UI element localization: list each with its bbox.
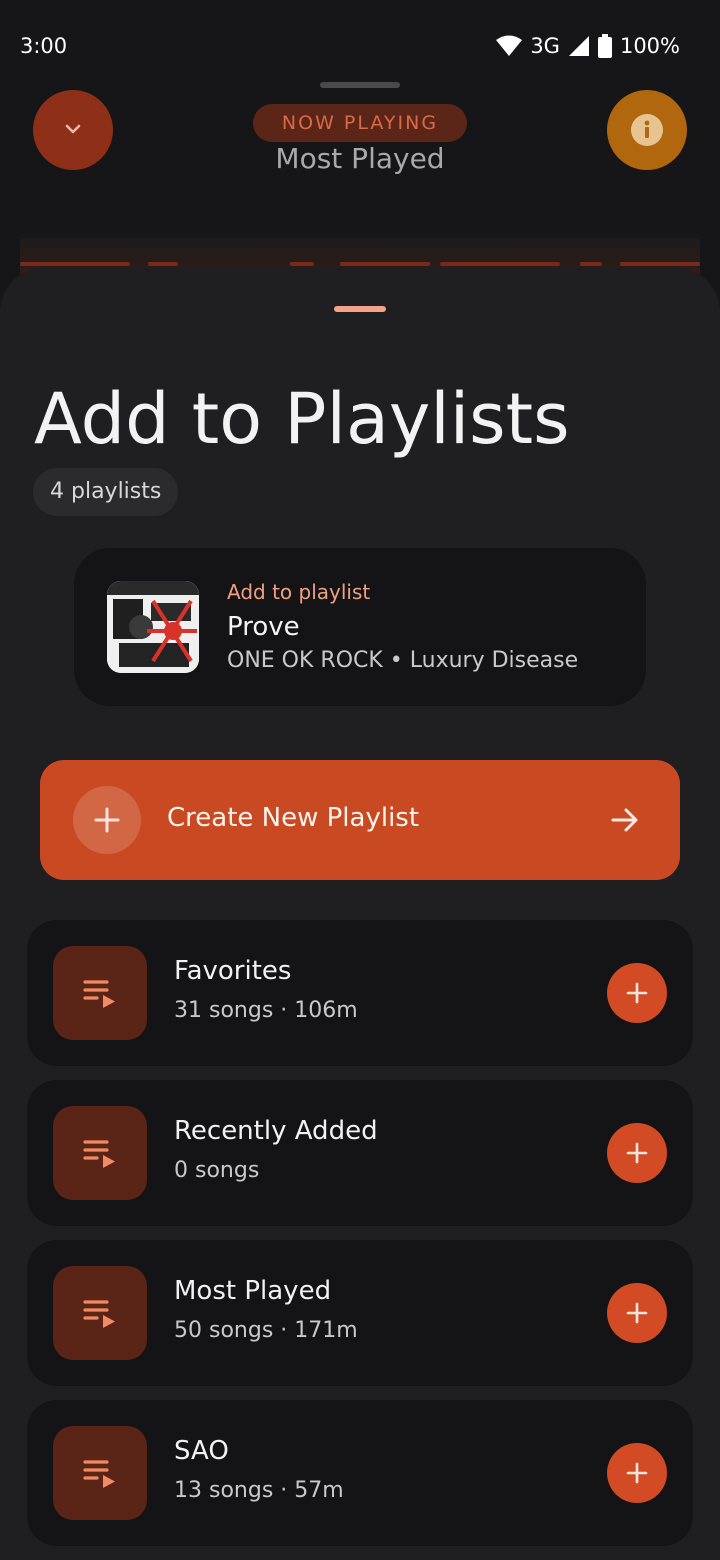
battery-level: 100% [619,34,680,58]
playlist-icon-tile [53,946,147,1040]
song-card: Add to playlist Prove ONE OK ROCK • Luxu… [74,548,646,706]
wifi-icon [496,35,523,56]
playlist-meta: 31 songs · 106m [174,998,358,1023]
player-drag-handle[interactable] [320,82,400,88]
arrow-right-icon [611,808,638,832]
plus-icon [626,1142,648,1164]
playlist-icon [83,980,115,1008]
playlist-name: Most Played [174,1276,332,1306]
album-cover [107,581,199,673]
playlist-meta: 50 songs · 171m [174,1318,358,1343]
create-new-playlist-label: Create New Playlist [167,803,420,833]
info-icon [631,114,663,146]
song-card-kicker: Add to playlist [227,580,371,604]
song-artist-album: ONE OK ROCK • Luxury Disease [227,648,579,673]
status-time: 3:00 [20,34,68,58]
now-playing-badge: NOW PLAYING [253,104,467,142]
add-to-playlist-button[interactable] [607,1123,667,1183]
plus-icon [626,982,648,1004]
add-to-playlist-button[interactable] [607,1283,667,1343]
playlist-row[interactable]: Most Played 50 songs · 171m [27,1240,693,1386]
add-to-playlist-sheet: Add to Playlists 4 playlists Add to play… [0,268,720,1560]
add-to-playlist-button[interactable] [607,1443,667,1503]
status-bar: 3:00 3G 100% [0,0,720,92]
plus-icon [626,1302,648,1324]
playlist-icon-tile [53,1266,147,1360]
playlist-icon [83,1140,115,1168]
plus-icon [94,807,120,833]
battery-icon [597,34,612,58]
playlist-name: SAO [174,1436,229,1466]
playlist-row[interactable]: Favorites 31 songs · 106m [27,920,693,1066]
song-title: Prove [227,612,300,642]
playlist-icon-tile [53,1106,147,1200]
plus-icon [626,1462,648,1484]
sheet-title: Add to Playlists [34,378,570,460]
create-new-playlist-button[interactable]: Create New Playlist [40,760,680,880]
playlist-count-chip: 4 playlists [33,468,179,516]
plus-circle [73,786,141,854]
network-type: 3G [530,34,560,58]
playlist-icon [83,1300,115,1328]
playlist-meta: 0 songs [174,1158,260,1183]
chevron-down-icon [65,124,81,134]
info-button[interactable] [607,90,687,170]
signal-icon [568,36,589,56]
playlist-row[interactable]: Recently Added 0 songs [27,1080,693,1226]
playlist-name: Favorites [174,956,292,986]
playlist-name: Recently Added [174,1116,378,1146]
sheet-drag-handle[interactable] [334,306,386,312]
playlist-icon-tile [53,1426,147,1520]
status-icons: 3G 100% [496,34,680,58]
playlist-icon [83,1460,115,1488]
playlist-meta: 13 songs · 57m [174,1478,344,1503]
playlist-row[interactable]: SAO 13 songs · 57m [27,1400,693,1546]
add-to-playlist-button[interactable] [607,963,667,1023]
